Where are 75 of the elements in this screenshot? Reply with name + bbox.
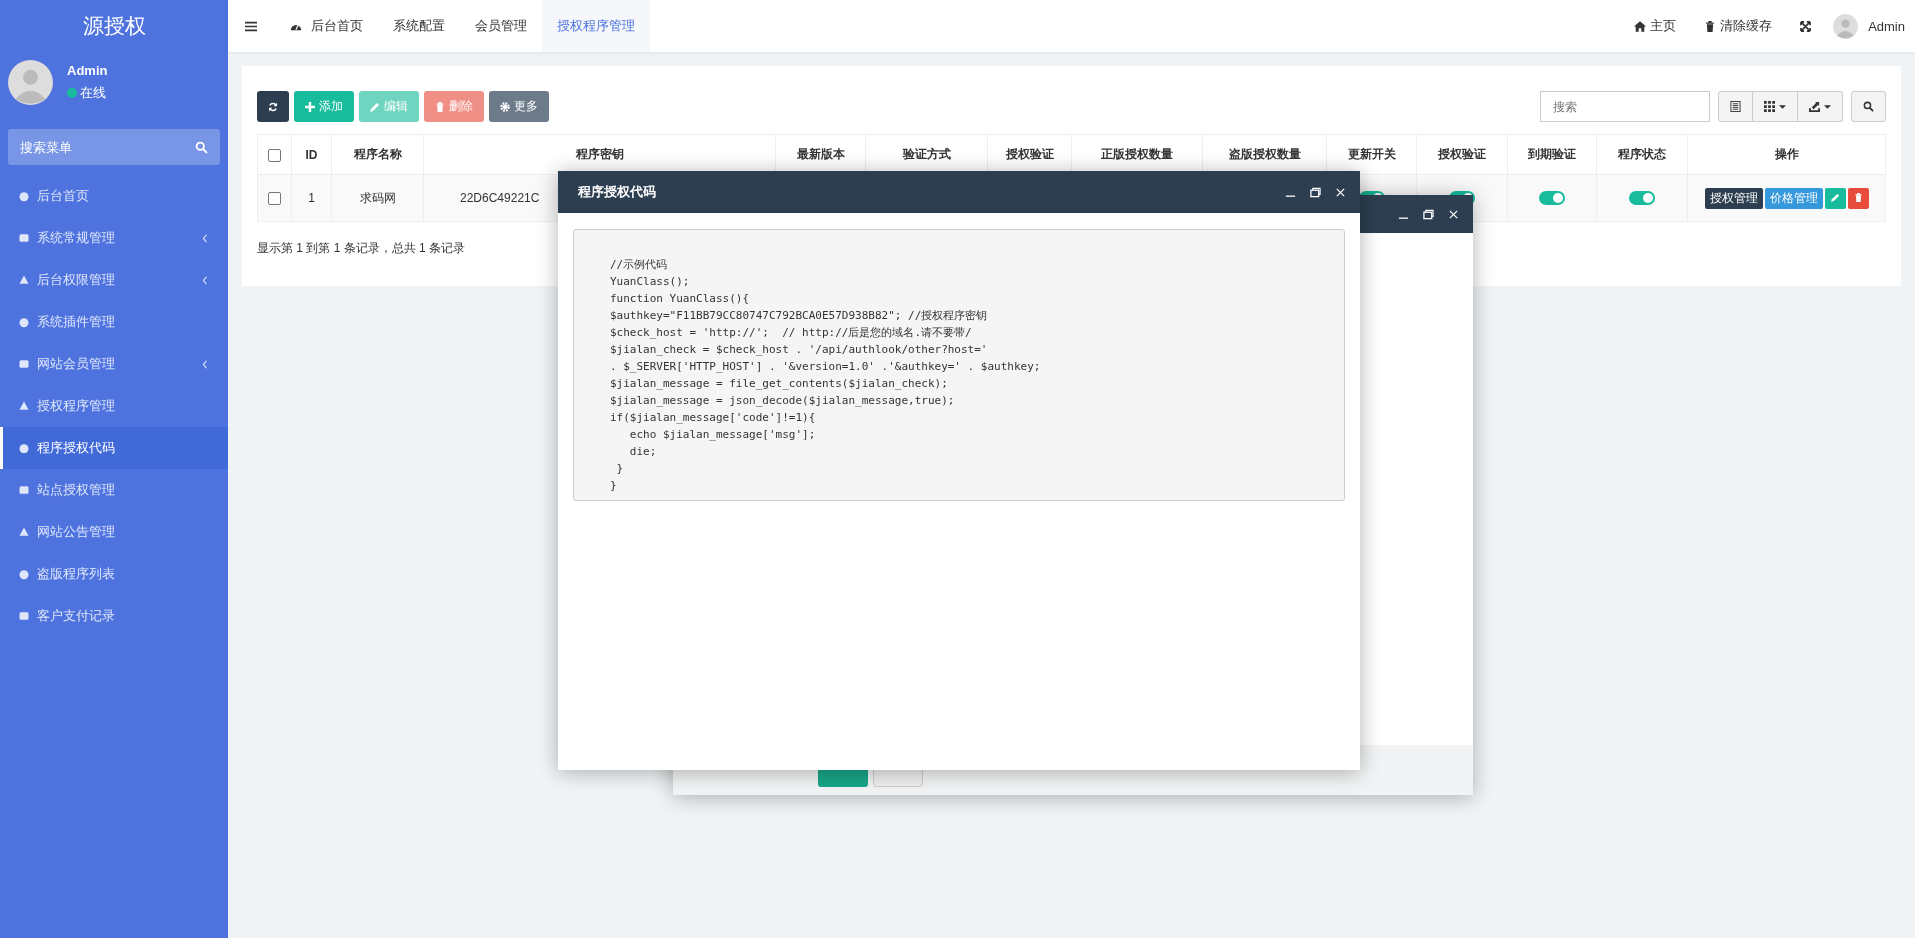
column-header: 操作: [1687, 134, 1886, 175]
menu-item[interactable]: 程序授权代码: [0, 427, 228, 469]
menu-item[interactable]: 系统插件管理: [0, 301, 228, 343]
search-button[interactable]: [1851, 91, 1886, 122]
action-button[interactable]: 授权管理: [1704, 187, 1763, 209]
export-button[interactable]: [1798, 91, 1843, 122]
columns-button[interactable]: [1753, 91, 1798, 122]
table-cell: 求码网: [331, 174, 424, 222]
nav-tab[interactable]: 系统配置: [378, 0, 460, 52]
user-status: 在线: [80, 84, 106, 102]
search-field[interactable]: 搜索: [1540, 91, 1710, 122]
pagination-info: 显示第 1 到第 1 条记录，总共 1 条记录: [257, 240, 467, 257]
chevron-left-icon: [202, 359, 208, 369]
nav-link[interactable]: 主页: [1620, 17, 1691, 35]
trash-icon: [1853, 193, 1863, 202]
nav-link[interactable]: 清除缓存: [1690, 17, 1787, 35]
pencil-icon: [370, 101, 380, 112]
row-checkbox[interactable]: [268, 192, 281, 206]
chevron-left-icon: [202, 233, 208, 243]
caret-icon: [1824, 104, 1831, 109]
toggle-switch[interactable]: [1629, 191, 1655, 206]
menu-item[interactable]: 站点授权管理: [0, 469, 228, 511]
select-all-checkbox[interactable]: [268, 148, 281, 162]
toggle-switch[interactable]: [1539, 191, 1565, 206]
code-block: //示例代码 YuanClass(); function YuanClass(){ $authkey="F11BB79CC80747C792BCA0E57D938B82"; //授权程序密钥 $check_host = 'http://'; // http://后是您的域名.请不要带/ $jialan_check = $check_host . '/api/authlook/other?host=' . $_SERVER['HTTP_HOST'] . '&version=1.0' .'&authkey=' . $authkey; $jialan_message = file_get_contents($jialan_check); $jialan_message = json_decode($jialan_message,true); if($jialan_message['code']!=1){ echo $jialan_message['msg']; die; } }: [573, 229, 1345, 501]
search-icon: [195, 141, 208, 154]
nav-tab[interactable]: 会员管理: [460, 0, 542, 52]
trash-icon: [1704, 20, 1717, 32]
nav-tab[interactable]: 后台首页: [275, 0, 378, 52]
menu-item[interactable]: 授权程序管理: [0, 385, 228, 427]
column-header: 到期验证: [1507, 134, 1597, 175]
column-header: 授权验证: [1416, 134, 1508, 175]
close-icon[interactable]: [1335, 186, 1346, 198]
trash-icon: [435, 101, 445, 112]
plus-icon: [305, 101, 315, 112]
table-cell: 1: [291, 174, 332, 222]
column-header: 程序名称: [331, 134, 424, 175]
gear-icon: [500, 101, 510, 112]
pencil-icon: [1830, 193, 1840, 202]
delete-button[interactable]: [1847, 187, 1869, 209]
maximize-icon[interactable]: [1423, 208, 1434, 220]
menu-item[interactable]: 盗版程序列表: [0, 553, 228, 595]
export-icon: [1809, 101, 1820, 112]
maximize-icon[interactable]: [1310, 186, 1321, 198]
nav-tab[interactable]: 授权程序管理: [542, 0, 650, 52]
user-name[interactable]: Admin: [1868, 18, 1905, 34]
app-title: 源授权: [81, 13, 147, 39]
more-button[interactable]: 更多: [489, 91, 549, 122]
action-button[interactable]: 价格管理: [1764, 187, 1823, 209]
avatar-icon: [1833, 13, 1859, 39]
menu-item[interactable]: 客户支付记录: [0, 595, 228, 637]
grid-icon: [1764, 101, 1775, 112]
column-header: 程序状态: [1596, 134, 1688, 175]
table-cell: 22D6C49221C: [460, 191, 540, 205]
close-icon[interactable]: [1448, 208, 1459, 220]
refresh-button[interactable]: [257, 91, 289, 122]
home-icon: [1634, 20, 1647, 32]
column-header: ID: [291, 134, 332, 175]
menu-item[interactable]: 后台首页: [0, 175, 228, 217]
caret-icon: [1779, 104, 1786, 109]
menu-search-field[interactable]: 搜索菜单: [8, 129, 220, 165]
list-icon: [1730, 101, 1741, 112]
toggle-view-button[interactable]: [1718, 91, 1753, 122]
fullscreen-icon[interactable]: [1800, 20, 1812, 32]
search-icon: [1863, 101, 1874, 112]
dialog-title: 程序授权代码: [578, 183, 656, 201]
avatar-icon: [8, 60, 53, 105]
menu-item[interactable]: 后台权限管理: [0, 259, 228, 301]
menu-item[interactable]: 网站会员管理: [0, 343, 228, 385]
menu-item[interactable]: 系统常规管理: [0, 217, 228, 259]
chevron-left-icon: [202, 275, 208, 285]
add-button[interactable]: 添加: [294, 91, 354, 122]
menu-item[interactable]: 网站公告管理: [0, 511, 228, 553]
refresh-icon: [268, 101, 278, 112]
user-name: Admin: [67, 63, 108, 78]
